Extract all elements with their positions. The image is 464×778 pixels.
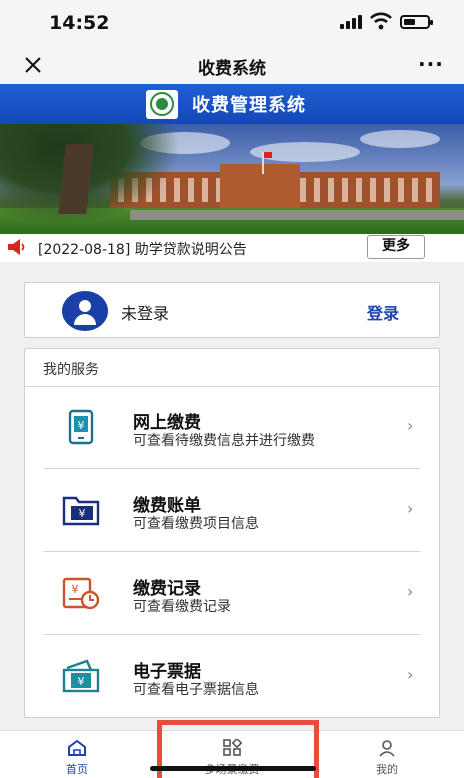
cellular-signal-icon [340, 15, 362, 29]
payment-record-icon: ¥ [62, 577, 100, 610]
service-online-payment[interactable]: ¥ 网上缴费 可查看待缴费信息并进行缴费 › [43, 387, 421, 469]
chevron-right-icon: › [407, 582, 414, 601]
service-desc: 可查看缴费项目信息 [133, 516, 259, 532]
user-icon [379, 740, 395, 757]
system-title: 收费管理系统 [192, 95, 306, 116]
service-desc: 可查看缴费记录 [133, 599, 231, 615]
system-header: 收费管理系统 [0, 84, 464, 124]
status-bar: 14:52 [0, 0, 464, 46]
login-button[interactable]: 登录 [367, 300, 399, 324]
e-receipt-icon: ¥ [62, 659, 100, 693]
chevron-right-icon: › [407, 416, 414, 435]
tab-home[interactable]: 首页 [12, 731, 142, 778]
status-time: 14:52 [49, 12, 110, 34]
svg-text:¥: ¥ [78, 675, 85, 688]
wifi-icon [370, 12, 392, 30]
more-options-icon[interactable]: ··· [418, 52, 444, 76]
service-e-receipt[interactable]: ¥ 电子票据 可查看电子票据信息 › [43, 636, 421, 718]
home-indicator [150, 766, 316, 771]
svg-text:¥: ¥ [78, 419, 85, 432]
home-icon [68, 739, 86, 756]
chevron-right-icon: › [407, 665, 414, 684]
mobile-payment-icon: ¥ [68, 409, 94, 445]
battery-icon [400, 15, 433, 29]
bill-folder-icon: ¥ [62, 496, 100, 526]
service-payment-bill[interactable]: ¥ 缴费账单 可查看缴费项目信息 › [43, 470, 421, 552]
svg-text:¥: ¥ [79, 507, 86, 520]
campus-banner-image [0, 124, 464, 234]
nav-title: 收费系统 [198, 59, 266, 79]
more-button[interactable]: 更多 [367, 235, 425, 259]
svg-text:¥: ¥ [72, 583, 79, 596]
speaker-icon [8, 239, 25, 255]
login-card: 未登录 登录 [24, 282, 440, 338]
notice-text[interactable]: [2022-08-18] 助学贷款说明公告 [38, 239, 247, 259]
school-logo [146, 90, 178, 119]
my-services-panel: 我的服务 ¥ 网上缴费 可查看待缴费信息并进行缴费 › ¥ 缴费账单 可查看缴费… [24, 348, 440, 718]
service-desc: 可查看电子票据信息 [133, 682, 259, 698]
service-payment-record[interactable]: ¥ 缴费记录 可查看缴费记录 › [43, 553, 421, 635]
tab-mine[interactable]: 我的 [322, 731, 452, 778]
chevron-right-icon: › [407, 499, 414, 518]
notice-bar: [2022-08-18] 助学贷款说明公告 更多 [0, 234, 464, 262]
avatar-icon [62, 291, 108, 331]
nav-bar: 收费系统 ··· [0, 46, 464, 84]
tab-label: 我的 [376, 763, 398, 776]
tab-label: 首页 [66, 763, 88, 776]
service-desc: 可查看待缴费信息并进行缴费 [133, 433, 315, 449]
services-title: 我的服务 [43, 362, 99, 378]
login-status: 未登录 [121, 304, 170, 323]
